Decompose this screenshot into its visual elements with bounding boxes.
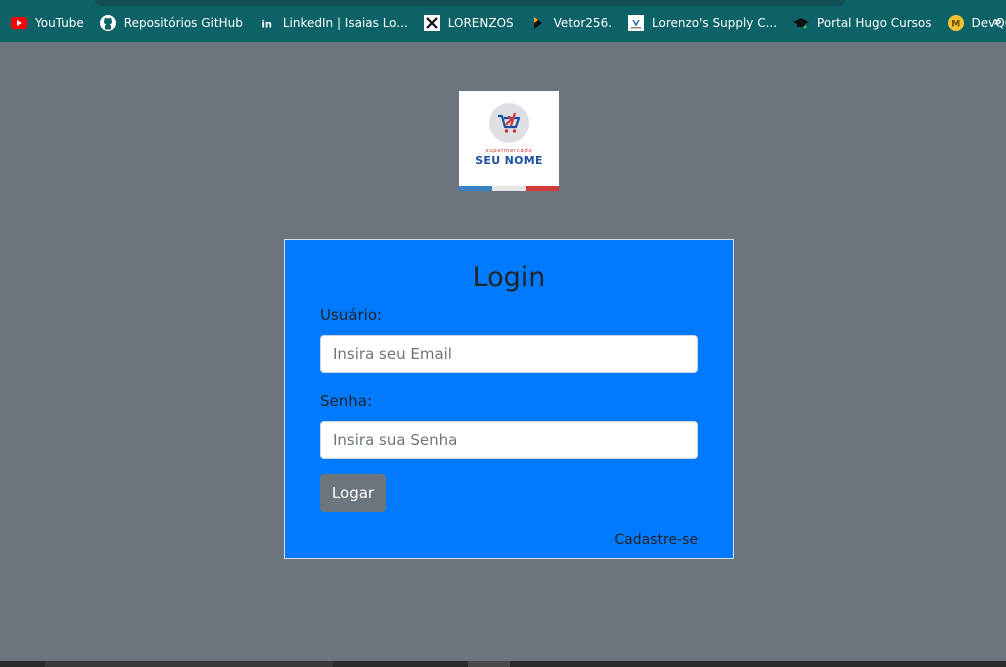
- login-button[interactable]: Logar: [320, 474, 386, 512]
- linkedin-icon: in: [259, 15, 275, 31]
- bookmark-github[interactable]: Repositórios GitHub: [99, 10, 243, 36]
- bookmark-supply[interactable]: Lorenzo's Supply C...: [628, 10, 777, 36]
- shopping-cart-icon: [498, 112, 521, 133]
- devquest-icon: M: [947, 15, 964, 31]
- bookmark-label: Portal Hugo Cursos: [817, 16, 932, 30]
- svg-text:in: in: [261, 20, 272, 31]
- supermarket-logo: supermercado SEU NOME: [459, 91, 559, 191]
- logo-brand-name: SEU NOME: [475, 154, 543, 167]
- bookmark-label: LORENZOS: [447, 16, 514, 30]
- password-label: Senha:: [320, 392, 373, 410]
- taskbar-item: [45, 661, 333, 667]
- bookmark-label: Vetor256.: [553, 16, 613, 30]
- bookmarks-list: YouTube Repositórios GitHub in LinkedIn …: [0, 10, 1006, 36]
- logo-stripe-white: [492, 186, 526, 191]
- user-label: Usuário:: [320, 306, 383, 324]
- bookmark-youtube[interactable]: YouTube: [11, 10, 84, 36]
- login-form: Login Usuário: Senha: Logar Cadastre-se: [284, 239, 734, 559]
- logo-stripe-blue: [459, 186, 493, 191]
- bookmark-label: YouTube: [35, 16, 84, 30]
- more-bookmarks-button[interactable]: »: [993, 14, 1002, 30]
- logo-stripes: [459, 186, 559, 191]
- vetor-icon: [530, 15, 546, 31]
- bookmark-label: Repositórios GitHub: [123, 16, 243, 30]
- login-title: Login: [472, 262, 546, 293]
- bookmarks-bar: YouTube Repositórios GitHub in LinkedIn …: [0, 0, 1006, 42]
- email-input[interactable]: [320, 335, 698, 373]
- register-link[interactable]: Cadastre-se: [614, 532, 698, 548]
- password-input[interactable]: [320, 421, 698, 459]
- logo-stripe-red: [525, 186, 559, 191]
- bookmark-lorenzos[interactable]: LORENZOS: [423, 10, 514, 36]
- tools-icon: [423, 15, 440, 31]
- bookmark-label: Lorenzo's Supply C...: [652, 16, 778, 30]
- svg-text:M: M: [951, 20, 960, 30]
- supply-icon: [628, 15, 645, 31]
- bookmark-linkedin[interactable]: in LinkedIn | Isaias Lo...: [259, 10, 408, 36]
- graduation-cap-icon: [793, 15, 810, 31]
- github-icon: [99, 15, 116, 31]
- youtube-icon: [11, 15, 27, 31]
- bookmark-vetor[interactable]: Vetor256.: [530, 10, 612, 36]
- taskbar-edge: [0, 661, 1006, 667]
- bookmark-label: LinkedIn | Isaias Lo...: [282, 16, 408, 30]
- address-bar-edge: [95, 0, 845, 6]
- bookmark-portal-hugo[interactable]: Portal Hugo Cursos: [793, 10, 932, 36]
- taskbar-item: [468, 661, 510, 667]
